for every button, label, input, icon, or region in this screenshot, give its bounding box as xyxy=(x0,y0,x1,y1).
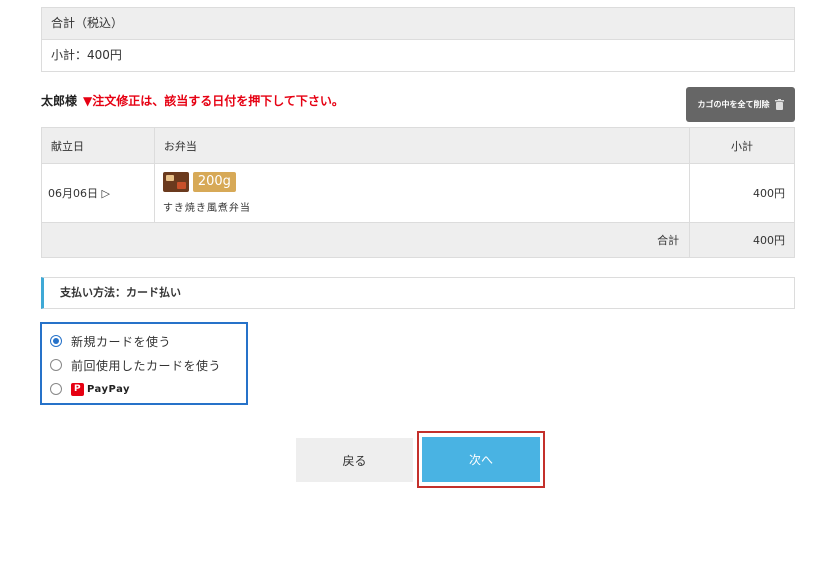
bento-thumbnail xyxy=(162,172,189,192)
bento-name: すき焼き風煮弁当 xyxy=(162,203,251,214)
total-row: 合計 400円 xyxy=(40,222,795,258)
back-button[interactable]: 戻る xyxy=(296,438,413,482)
next-button[interactable]: 次へ xyxy=(422,437,540,482)
payment-method-heading: 支払い方法：カード払い xyxy=(41,277,795,309)
menu-date-link[interactable]: 06月06日 ▷ xyxy=(41,163,155,223)
option-label-paypay: PayPay xyxy=(87,383,131,395)
customer-name: 太郎様 xyxy=(41,94,78,108)
paypay-logo: P PayPay xyxy=(71,382,131,396)
summary-header: 合計（税込） xyxy=(42,8,794,40)
total-value: 400円 xyxy=(689,222,795,258)
weight-badge: 200g xyxy=(192,172,236,192)
summary-subtotal: 小計：400円 xyxy=(42,40,794,71)
row-subtotal: 400円 xyxy=(689,163,795,223)
clear-cart-label: カゴの中を全て削除 xyxy=(697,100,770,109)
bento-cell: 200g すき焼き風煮弁当 xyxy=(153,163,691,223)
radio-previous-card[interactable] xyxy=(50,359,62,371)
trash-icon xyxy=(774,99,784,110)
payment-option-paypay[interactable]: P PayPay xyxy=(50,377,238,401)
column-header-subtotal: 小計 xyxy=(689,127,795,164)
option-label-previous-card: 前回使用したカードを使う xyxy=(71,358,222,373)
total-label: 合計 xyxy=(40,222,691,258)
radio-new-card[interactable] xyxy=(50,335,62,347)
column-header-bento: お弁当 xyxy=(153,127,691,164)
payment-option-previous-card[interactable]: 前回使用したカードを使う xyxy=(50,353,238,377)
greeting: 太郎様 ▼注文修正は、該当する日付を押下して下さい。 xyxy=(41,92,344,109)
cart-header-row: 献立日 お弁当 小計 xyxy=(41,127,795,164)
edit-notice: ▼注文修正は、該当する日付を押下して下さい。 xyxy=(83,94,344,108)
cart-table: 献立日 お弁当 小計 06月06日 ▷ 200g すき焼き風煮弁当 400円 合… xyxy=(40,127,795,258)
radio-paypay[interactable] xyxy=(50,383,62,395)
column-header-date: 献立日 xyxy=(41,127,155,164)
payment-options: 新規カードを使う 前回使用したカードを使う P PayPay xyxy=(40,322,248,405)
paypay-icon: P xyxy=(71,382,84,396)
table-row: 06月06日 ▷ 200g すき焼き風煮弁当 400円 xyxy=(41,163,795,223)
option-label-new-card: 新規カードを使う xyxy=(71,334,172,349)
payment-option-new-card[interactable]: 新規カードを使う xyxy=(50,329,238,353)
clear-cart-button[interactable]: カゴの中を全て削除 xyxy=(686,87,795,122)
order-summary: 合計（税込） 小計：400円 xyxy=(41,7,795,72)
